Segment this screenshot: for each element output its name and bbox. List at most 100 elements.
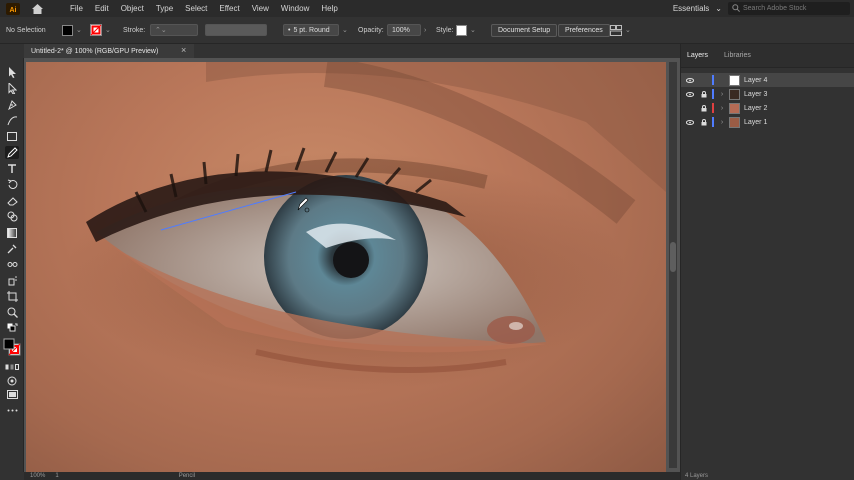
graphic-style-swatch[interactable]: ⌄ bbox=[456, 23, 476, 37]
layer-row[interactable]: › Layer 2 bbox=[681, 101, 854, 115]
layer-row[interactable]: Layer 4 bbox=[681, 73, 854, 87]
direct-selection-tool-icon[interactable] bbox=[5, 82, 19, 95]
curvature-tool-icon[interactable] bbox=[5, 114, 19, 127]
opacity-field[interactable]: 100% › bbox=[387, 23, 426, 37]
workspace-label: Essentials bbox=[672, 4, 710, 13]
menu-window[interactable]: Window bbox=[275, 0, 315, 17]
fill-stroke-indicator[interactable] bbox=[3, 338, 21, 356]
home-icon[interactable] bbox=[28, 2, 46, 16]
layer-name[interactable]: Layer 1 bbox=[744, 119, 767, 126]
gradient-tool-icon[interactable] bbox=[5, 226, 19, 239]
menu-edit[interactable]: Edit bbox=[89, 0, 115, 17]
symbol-sprayer-tool-icon[interactable] bbox=[5, 274, 19, 287]
layer-thumbnail bbox=[729, 102, 740, 114]
layer-thumbnail bbox=[729, 74, 740, 86]
layer-row[interactable]: › Layer 1 bbox=[681, 115, 854, 129]
expand-chevron-icon[interactable]: › bbox=[717, 91, 727, 98]
stroke-label: Stroke: bbox=[123, 26, 146, 34]
lock-icon[interactable] bbox=[699, 118, 709, 126]
vertical-scrollbar[interactable] bbox=[669, 62, 677, 468]
lock-icon[interactable] bbox=[699, 90, 709, 98]
arrange-documents-icon[interactable]: ⌄ bbox=[610, 23, 631, 37]
menu-select[interactable]: Select bbox=[179, 0, 213, 17]
pen-tool-icon[interactable] bbox=[5, 98, 19, 111]
eyedropper-tool-icon[interactable] bbox=[5, 242, 19, 255]
variable-width-profile[interactable] bbox=[205, 23, 267, 37]
layer-color-indicator bbox=[712, 89, 714, 99]
shape-builder-tool-icon[interactable] bbox=[5, 210, 19, 223]
stroke-swatch[interactable]: ⌄ bbox=[90, 23, 111, 37]
visibility-eye-icon[interactable] bbox=[685, 77, 695, 83]
menu-object[interactable]: Object bbox=[115, 0, 150, 17]
rectangle-tool-icon[interactable] bbox=[5, 130, 19, 143]
rotate-tool-icon[interactable] bbox=[5, 178, 19, 191]
tab-libraries[interactable]: Libraries bbox=[724, 52, 751, 59]
layer-thumbnail bbox=[729, 116, 740, 128]
pencil-tool-icon[interactable] bbox=[5, 146, 19, 159]
control-bar: No Selection ⌄ ⌄ Stroke: ⌃⌄ • 5 pt. Round… bbox=[0, 17, 854, 44]
search-stock-input[interactable]: Search Adobe Stock bbox=[728, 2, 850, 15]
layers-panel: Layers Libraries Layer 4 › Layer 3 › Lay… bbox=[680, 44, 854, 480]
eraser-tool-icon[interactable] bbox=[5, 194, 19, 207]
layer-name[interactable]: Layer 3 bbox=[744, 91, 767, 98]
layer-thumbnail bbox=[729, 88, 740, 100]
color-mode-icons[interactable] bbox=[5, 360, 19, 373]
close-icon[interactable]: × bbox=[181, 45, 186, 55]
canvas-area[interactable] bbox=[24, 58, 680, 472]
placed-photo-eye[interactable] bbox=[26, 62, 666, 472]
svg-text:Ai: Ai bbox=[10, 7, 17, 14]
layer-row[interactable]: › Layer 3 bbox=[681, 87, 854, 101]
layer-color-indicator bbox=[712, 75, 714, 85]
app-logo: Ai bbox=[4, 2, 22, 16]
layer-name[interactable]: Layer 4 bbox=[744, 77, 767, 84]
type-tool-icon[interactable] bbox=[5, 162, 19, 175]
expand-chevron-icon[interactable]: › bbox=[717, 105, 727, 112]
scrollbar-thumb[interactable] bbox=[670, 242, 676, 272]
menu-effect[interactable]: Effect bbox=[213, 0, 245, 17]
layer-count: 4 Layers bbox=[685, 473, 709, 479]
search-icon bbox=[732, 3, 740, 14]
layer-list: Layer 4 › Layer 3 › Layer 2 › Layer 1 bbox=[681, 73, 854, 129]
default-colors-icon[interactable] bbox=[5, 322, 19, 335]
lock-icon[interactable] bbox=[699, 104, 709, 112]
status-bar: 100% 1 Pencil bbox=[24, 472, 680, 480]
selection-status: No Selection bbox=[6, 26, 46, 34]
fill-swatch[interactable]: ⌄ bbox=[62, 23, 82, 37]
panel-footer: 4 Layers bbox=[681, 472, 854, 480]
chevron-down-icon: ⌄ bbox=[715, 4, 722, 13]
selection-tool-icon[interactable] bbox=[5, 66, 19, 79]
document-setup-button[interactable]: Document Setup bbox=[491, 23, 558, 37]
tab-layers[interactable]: Layers bbox=[687, 52, 708, 59]
menu-bar: Ai File Edit Object Type Select Effect V… bbox=[0, 0, 854, 17]
document-tab[interactable]: Untitled-2* @ 100% (RGB/GPU Preview) × bbox=[24, 44, 194, 58]
current-tool-status: Pencil bbox=[178, 473, 196, 479]
opacity-label: Opacity: bbox=[358, 26, 384, 34]
style-label: Style: bbox=[436, 26, 454, 34]
layer-name[interactable]: Layer 2 bbox=[744, 105, 767, 112]
stroke-weight-field[interactable]: ⌃⌄ bbox=[150, 23, 198, 37]
menu-help[interactable]: Help bbox=[315, 0, 343, 17]
preferences-button[interactable]: Preferences bbox=[558, 23, 610, 37]
zoom-level[interactable]: 100% bbox=[30, 473, 45, 479]
visibility-eye-icon[interactable] bbox=[685, 91, 695, 97]
search-placeholder: Search Adobe Stock bbox=[743, 5, 807, 12]
screen-mode-icon[interactable] bbox=[5, 388, 19, 401]
menu-file[interactable]: File bbox=[64, 0, 89, 17]
artboard-number[interactable]: 1 bbox=[55, 473, 58, 479]
menu-type[interactable]: Type bbox=[150, 0, 179, 17]
more-tools-icon[interactable] bbox=[5, 404, 19, 417]
brush-dot-icon: • bbox=[288, 26, 291, 34]
artboard-tool-icon[interactable] bbox=[5, 290, 19, 303]
menu-view[interactable]: View bbox=[246, 0, 275, 17]
expand-chevron-icon[interactable]: › bbox=[717, 119, 727, 126]
document-tab-title: Untitled-2* @ 100% (RGB/GPU Preview) bbox=[31, 47, 159, 55]
document-tab-strip: Untitled-2* @ 100% (RGB/GPU Preview) × bbox=[24, 44, 680, 58]
visibility-eye-icon[interactable] bbox=[685, 119, 695, 125]
zoom-tool-icon[interactable] bbox=[5, 306, 19, 319]
workspace-switcher[interactable]: Essentials ⌄ bbox=[673, 0, 722, 17]
tools-panel bbox=[0, 58, 24, 472]
layer-color-indicator bbox=[712, 103, 714, 113]
blend-tool-icon[interactable] bbox=[5, 258, 19, 271]
draw-mode-icon[interactable] bbox=[5, 374, 19, 387]
brush-definition[interactable]: • 5 pt. Round ⌄ bbox=[283, 23, 348, 37]
